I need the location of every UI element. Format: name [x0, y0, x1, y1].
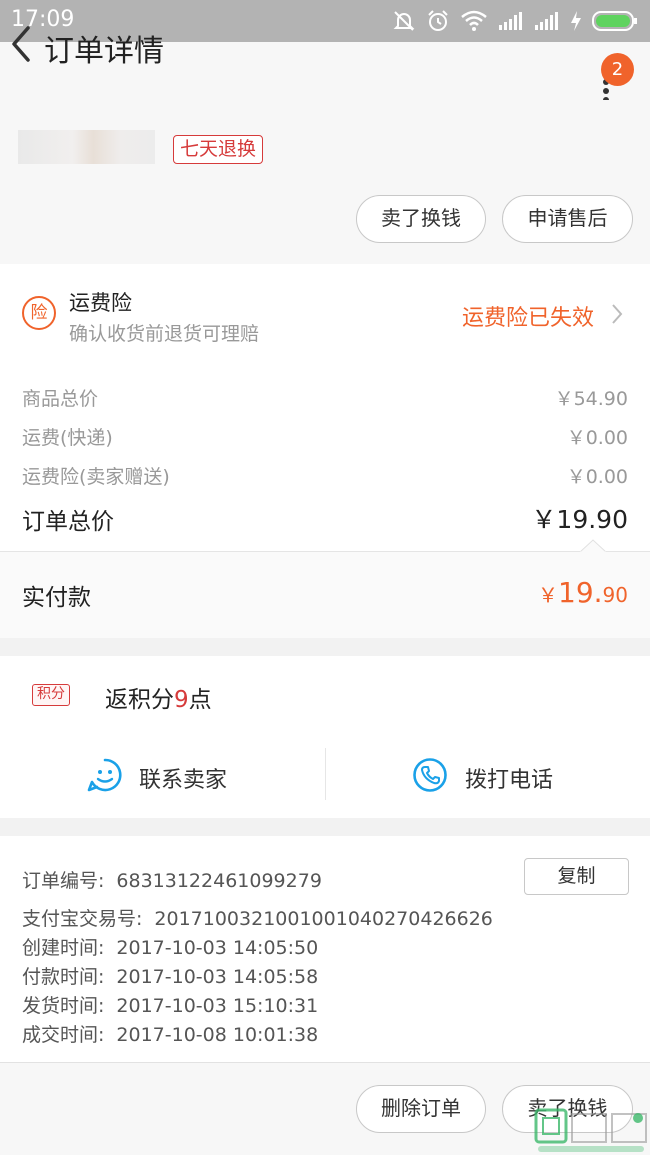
points-tag: 积分 — [32, 684, 70, 706]
price-row-value: ￥54.90 — [554, 388, 628, 410]
order-number-line: 订单编号: 68313122461099279 — [22, 866, 322, 893]
back-icon[interactable] — [6, 24, 36, 64]
signal-icon — [535, 12, 558, 30]
copy-button[interactable]: 复制 — [524, 858, 629, 895]
wifi-icon — [461, 10, 487, 31]
price-row-label: 运费险(卖家赠送) — [22, 466, 170, 488]
order-total-value: ￥19.90 — [531, 505, 628, 534]
info-label: 创建时间: — [22, 937, 105, 959]
paid-currency: ￥ — [538, 583, 559, 607]
notification-badge: 2 — [601, 53, 634, 86]
sell-for-cash-button[interactable]: 卖了换钱 — [356, 195, 486, 243]
info-label: 订单编号: — [22, 870, 105, 892]
paid-time-line: 付款时间: 2017-10-03 14:05:58 — [22, 962, 318, 989]
battery-icon — [592, 11, 637, 31]
paid-integer: 19. — [558, 576, 603, 609]
insurance-icon: 险 — [22, 296, 56, 330]
insurance-status-link[interactable]: 运费险已失效 — [462, 300, 594, 332]
contact-seller-button[interactable]: 联系卖家 — [139, 762, 227, 794]
paid-amount: ￥19.90 — [538, 576, 628, 609]
mute-bell-icon — [393, 11, 415, 31]
product-thumbnail[interactable] — [18, 130, 155, 164]
order-total-label: 订单总价 — [22, 509, 114, 535]
info-value: 2017-10-03 14:05:58 — [116, 966, 319, 988]
watermark-logo-icon — [534, 1108, 647, 1152]
charging-icon — [571, 11, 581, 31]
alipay-trade-line: 支付宝交易号: 2017100321001001040270426626 — [22, 904, 493, 931]
price-row-value: ￥0.00 — [566, 466, 628, 488]
product-section: 七天退换 卖了换钱 申请售后 — [0, 130, 650, 264]
return-policy-tag: 七天退换 — [173, 135, 264, 164]
insurance-desc: 确认收货前退货可理赔 — [69, 323, 260, 345]
price-row-value: ￥0.00 — [566, 427, 628, 449]
info-value: 2017-10-08 10:01:38 — [116, 1024, 319, 1046]
status-icons — [392, 8, 638, 34]
info-value: 2017-10-03 15:10:31 — [116, 995, 319, 1017]
paid-decimal: 90 — [602, 583, 628, 607]
points-prefix: 返积分 — [105, 687, 174, 713]
points-text: 返积分9点 — [105, 680, 212, 714]
divider — [325, 748, 326, 800]
info-value: 68313122461099279 — [116, 870, 322, 892]
info-label: 成交时间: — [22, 1024, 105, 1046]
insurance-title: 运费险 — [69, 291, 132, 315]
points-suffix: 点 — [188, 687, 212, 713]
created-time-line: 创建时间: 2017-10-03 14:05:50 — [22, 933, 318, 960]
after-sale-button[interactable]: 申请售后 — [502, 195, 633, 243]
info-value: 2017100321001001040270426626 — [154, 908, 493, 930]
page-title: 订单详情 — [44, 34, 164, 69]
completed-time-line: 成交时间: 2017-10-08 10:01:38 — [22, 1020, 318, 1047]
signal-icon — [499, 12, 522, 30]
paid-label: 实付款 — [22, 585, 91, 611]
shipped-time-line: 发货时间: 2017-10-03 15:10:31 — [22, 991, 318, 1018]
info-value: 2017-10-03 14:05:50 — [116, 937, 319, 959]
info-label: 发货时间: — [22, 995, 105, 1017]
phone-icon[interactable] — [412, 757, 448, 793]
info-label: 付款时间: — [22, 966, 105, 988]
chat-face-icon[interactable] — [87, 757, 123, 793]
chevron-right-icon[interactable] — [609, 302, 625, 326]
divider — [0, 551, 650, 552]
caret-up-icon — [580, 539, 606, 553]
alarm-icon — [428, 10, 448, 31]
delete-order-button[interactable]: 删除订单 — [356, 1085, 486, 1133]
price-row-label: 商品总价 — [22, 388, 99, 410]
info-label: 支付宝交易号: — [22, 908, 143, 930]
points-number: 9 — [174, 687, 189, 713]
call-phone-button[interactable]: 拨打电话 — [465, 762, 553, 794]
price-row-label: 运费(快递) — [22, 427, 113, 449]
